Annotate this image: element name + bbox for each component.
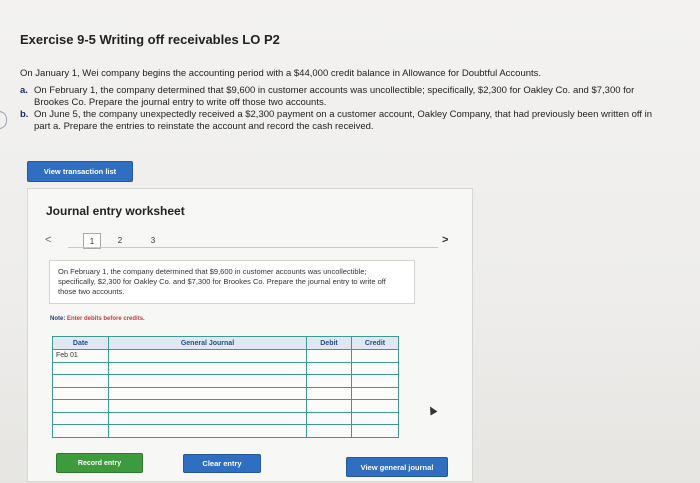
page-tab-2[interactable]: 2 [112,233,128,247]
general-journal-input[interactable] [108,399,307,413]
credit-input[interactable] [351,361,399,375]
view-transaction-list-button[interactable]: View transaction list [27,161,133,182]
date-cell[interactable]: Feb 01 [52,349,109,363]
credit-input[interactable] [351,349,399,363]
record-entry-button[interactable]: Record entry [56,453,143,473]
previous-page-icon[interactable]: < [45,234,51,246]
table-row: Feb 01 [52,349,399,363]
note-label: Note: [50,316,66,322]
tab-divider [68,247,438,248]
note-text: Enter debits before credits. [67,316,145,322]
debit-input[interactable] [306,361,352,375]
debit-input[interactable] [306,374,352,388]
part-b: b. On June 5, the company unexpectedly r… [20,109,660,132]
general-journal-input[interactable] [108,349,307,363]
part-b-label: b. [20,109,29,120]
debit-input[interactable] [306,349,352,363]
exercise-intro: On January 1, Wei company begins the acc… [20,68,542,79]
debit-input[interactable] [306,411,352,425]
credit-input[interactable] [351,374,399,388]
general-journal-input[interactable] [108,386,307,400]
general-journal-input[interactable] [108,411,307,425]
table-row [52,374,399,388]
table-row [52,361,399,375]
date-cell[interactable] [52,411,109,425]
date-column-header: Date [52,336,109,350]
debit-input[interactable] [306,424,352,438]
journal-table: Date General Journal Debit Credit Feb 01 [52,336,399,438]
credit-input[interactable] [351,386,399,400]
exercise-page: Exercise 9-5 Writing off receivables LO … [0,0,700,483]
credit-input[interactable] [351,424,399,438]
date-cell[interactable] [52,374,109,388]
view-general-journal-button[interactable]: View general journal [346,457,448,477]
credit-column-header: Credit [351,336,399,350]
general-journal-input[interactable] [108,374,307,388]
general-journal-input[interactable] [108,424,307,438]
entry-description: On February 1, the company determined th… [49,260,415,304]
general-journal-input[interactable] [108,361,307,375]
table-row [52,411,399,425]
debit-input[interactable] [306,399,352,413]
date-cell[interactable] [52,424,109,438]
panel-collapse-handle[interactable] [0,111,7,129]
clear-entry-button[interactable]: Clear entry [183,454,261,473]
exercise-title: Exercise 9-5 Writing off receivables LO … [20,32,280,47]
next-page-icon[interactable]: > [442,234,448,246]
date-cell[interactable] [52,399,109,413]
credit-input[interactable] [351,411,399,425]
table-row [52,399,399,413]
date-cell[interactable] [52,361,109,375]
table-row [52,386,399,400]
part-a: a. On February 1, the company determined… [20,85,660,108]
credit-input[interactable] [351,399,399,413]
debit-input[interactable] [306,386,352,400]
general-journal-column-header: General Journal [108,336,307,350]
worksheet-title: Journal entry worksheet [46,204,185,218]
part-a-label: a. [20,85,28,96]
exercise-parts: a. On February 1, the company determined… [20,85,660,133]
part-b-text: On June 5, the company unexpectedly rece… [34,109,653,132]
journal-entry-worksheet: Journal entry worksheet < 1 2 3 > On Feb… [27,188,473,482]
table-row [52,424,399,438]
page-tab-3[interactable]: 3 [145,233,161,247]
date-cell[interactable] [52,386,109,400]
debit-column-header: Debit [306,336,352,350]
part-a-text: On February 1, the company determined th… [34,85,635,108]
entry-note: Note: Enter debits before credits. [50,316,145,322]
